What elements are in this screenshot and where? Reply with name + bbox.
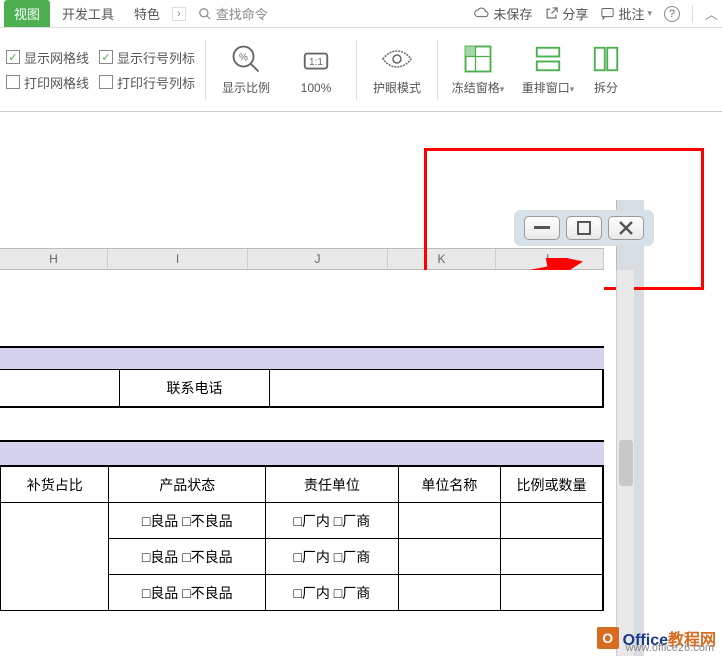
status-cell[interactable]: □良品 □不良品 (109, 539, 266, 575)
contact-label-cell[interactable]: 联系电话 (120, 370, 270, 406)
col-header[interactable]: L (496, 249, 604, 269)
chevron-right-icon[interactable]: › (172, 7, 186, 21)
resp-cell[interactable]: □厂内 □厂商 (266, 503, 399, 539)
vertical-scrollbar[interactable] (616, 270, 634, 656)
gridlines-group: ✓ 显示网格线 打印网格线 (6, 48, 89, 92)
minimize-icon (534, 226, 550, 230)
spreadsheet-area[interactable]: 联系电话 补货占比 产品状态 责任单位 单位名称 比例或数量 □良品 □不良品 … (0, 270, 604, 656)
arrange-windows-button[interactable]: 重排窗口▾ (518, 43, 578, 96)
resp-cell[interactable]: □厂内 □厂商 (266, 539, 399, 575)
col-header[interactable]: I (108, 249, 248, 269)
ribbon-tabs: 视图 开发工具 特色 › 查找命令 未保存 分享 批注 ▾ ? ︿ (0, 0, 722, 28)
zoom-button[interactable]: % 显示比例 (216, 43, 276, 96)
share-icon (544, 6, 559, 21)
zoom-icon: % (230, 43, 262, 75)
separator (356, 40, 357, 100)
separator (437, 40, 438, 100)
scrollbar-thumb[interactable] (619, 440, 633, 486)
freeze-icon (462, 43, 494, 75)
table-row: □良品 □不良品 □厂内 □厂商 (1, 503, 604, 539)
checkbox-checked-icon: ✓ (6, 50, 20, 64)
eye-icon (381, 43, 413, 75)
arrange-icon (532, 43, 564, 75)
chevron-down-icon: ▾ (647, 8, 652, 19)
minimize-button[interactable] (524, 216, 560, 240)
unsaved-status[interactable]: 未保存 (474, 4, 532, 23)
collapse-ribbon-icon[interactable]: ︿ (705, 4, 718, 23)
svg-text:1:1: 1:1 (309, 56, 323, 67)
svg-text:%: % (239, 52, 248, 63)
col-header[interactable]: H (0, 249, 108, 269)
th-product-status[interactable]: 产品状态 (109, 467, 266, 503)
workbook-window-controls (514, 210, 654, 246)
status-cell[interactable]: □良品 □不良品 (109, 575, 266, 611)
hundred-percent-button[interactable]: 1:1 100% (286, 45, 346, 95)
table-header-row: 补货占比 产品状态 责任单位 单位名称 比例或数量 (1, 467, 604, 503)
tab-dev-tools[interactable]: 开发工具 (54, 0, 122, 27)
checkbox-empty-icon (99, 75, 113, 89)
print-headers-checkbox[interactable]: 打印行号列标 (99, 73, 195, 92)
headers-group: ✓ 显示行号列标 打印行号列标 (99, 48, 195, 92)
help-icon[interactable]: ? (664, 6, 680, 22)
restore-button[interactable] (566, 216, 602, 240)
status-cell[interactable]: □良品 □不良品 (109, 503, 266, 539)
comment-icon (600, 6, 615, 21)
tab-view[interactable]: 视图 (4, 0, 50, 27)
freeze-panes-button[interactable]: 冻结窗格▾ (448, 43, 508, 96)
search-placeholder: 查找命令 (216, 4, 268, 23)
watermark-url: www.office26.com (626, 642, 714, 654)
cloud-icon (474, 6, 490, 22)
close-icon (619, 221, 633, 235)
split-icon (590, 43, 622, 75)
separator (692, 5, 693, 23)
split-button[interactable]: 拆分 (588, 43, 624, 96)
cell[interactable] (1, 503, 109, 611)
ratio-icon: 1:1 (300, 45, 332, 77)
show-gridlines-checkbox[interactable]: ✓ 显示网格线 (6, 48, 89, 67)
data-table: 补货占比 产品状态 责任单位 单位名称 比例或数量 □良品 □不良品 □厂内 □… (0, 466, 604, 611)
office-logo-icon: O (597, 627, 619, 649)
ribbon-toolbar: ✓ 显示网格线 打印网格线 ✓ 显示行号列标 打印行号列标 % 显示比例 1:1… (0, 28, 722, 112)
print-gridlines-checkbox[interactable]: 打印网格线 (6, 73, 89, 92)
cell[interactable] (398, 503, 500, 539)
section-band (0, 346, 604, 370)
search-icon (198, 7, 212, 21)
cell[interactable] (501, 503, 603, 539)
th-unit-name[interactable]: 单位名称 (398, 467, 500, 503)
cell[interactable] (501, 539, 603, 575)
cell[interactable] (0, 370, 120, 406)
th-replenish-ratio[interactable]: 补货占比 (1, 467, 109, 503)
section-band (0, 440, 604, 466)
resp-cell[interactable]: □厂内 □厂商 (266, 575, 399, 611)
col-header[interactable]: K (388, 249, 496, 269)
share-button[interactable]: 分享 (544, 4, 588, 23)
tab-special[interactable]: 特色 (126, 0, 168, 27)
th-ratio-qty[interactable]: 比例或数量 (501, 467, 603, 503)
col-header[interactable]: J (248, 249, 388, 269)
cell[interactable] (398, 575, 500, 611)
eye-mode-button[interactable]: 护眼模式 (367, 43, 427, 96)
th-responsible-unit[interactable]: 责任单位 (266, 467, 399, 503)
cell[interactable] (398, 539, 500, 575)
contact-row: 联系电话 (0, 370, 604, 408)
restore-icon (577, 221, 591, 235)
close-button[interactable] (608, 216, 644, 240)
top-right-actions: 未保存 分享 批注 ▾ ? ︿ (474, 4, 718, 23)
cell[interactable] (501, 575, 603, 611)
checkbox-checked-icon: ✓ (99, 50, 113, 64)
separator (205, 40, 206, 100)
checkbox-empty-icon (6, 75, 20, 89)
show-headers-checkbox[interactable]: ✓ 显示行号列标 (99, 48, 195, 67)
command-search[interactable]: 查找命令 (198, 4, 268, 23)
column-headers: H I J K L (0, 248, 604, 270)
cell[interactable] (270, 370, 604, 406)
comments-button[interactable]: 批注 ▾ (600, 4, 652, 23)
